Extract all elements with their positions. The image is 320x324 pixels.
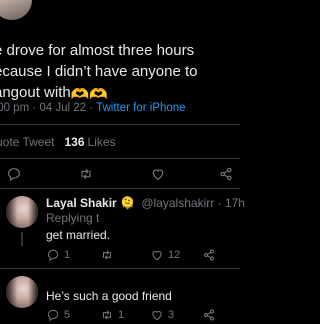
reply-action-bar: 5 1 3 [0, 308, 240, 324]
quote-tweets-link[interactable]: uote Tweet [0, 135, 55, 149]
thread-line [21, 232, 23, 246]
like-count: 3 [168, 309, 175, 321]
share-icon [204, 249, 214, 261]
divider [0, 124, 240, 125]
reply-count: 1 [64, 249, 71, 261]
reply-action-bar: 1 12 [0, 248, 240, 264]
reply-count: 5 [64, 309, 71, 321]
divider [0, 268, 240, 269]
tweet-action-bar [0, 166, 240, 182]
reply-text: get married. [46, 228, 111, 242]
reply-icon [8, 168, 20, 182]
retweet-button[interactable] [100, 248, 118, 262]
retweet-button[interactable] [78, 166, 94, 182]
avatar[interactable] [6, 196, 38, 228]
retweet-icon [81, 168, 91, 180]
like-icon [152, 251, 162, 261]
share-button[interactable] [202, 248, 216, 262]
like-button[interactable]: 12 [150, 248, 180, 262]
reply-header: Layal Shakir 🫠 @layalshakirr · 17h [46, 196, 245, 210]
tweet-stats: uote Tweet 136 Likes [0, 135, 116, 149]
like-count: 12 [168, 249, 181, 261]
likes-label[interactable]: Likes [88, 135, 116, 149]
reply-button[interactable]: 1 [46, 248, 70, 262]
like-icon [152, 169, 164, 181]
replying-to: Replying t [46, 211, 100, 225]
retweet-icon [102, 250, 112, 260]
divider [0, 188, 240, 189]
like-button[interactable] [150, 166, 166, 182]
status-emoji: 🫠 [120, 196, 136, 210]
share-icon [220, 167, 232, 181]
avatar[interactable] [6, 276, 38, 308]
share-button[interactable] [218, 166, 234, 182]
author-avatar[interactable] [0, 0, 32, 20]
reply-author-handle[interactable]: @layalshakirr · 17h [141, 196, 245, 210]
tweet-meta: :00 pm · 04 Jul 22 · Twitter for iPhone [0, 102, 186, 114]
reply-button[interactable] [6, 166, 22, 182]
reply-text: He’s such a good friend [46, 289, 172, 303]
reply-author-name[interactable]: Layal Shakir [46, 196, 117, 210]
reply-icon [47, 249, 59, 262]
tweet-timestamp: :00 pm · 04 Jul 22 · [0, 102, 97, 114]
retweet-count: 1 [118, 309, 125, 321]
tweet-text: e drove for almost three hours ecause I … [0, 42, 198, 103]
divider [0, 158, 240, 159]
likes-count[interactable]: 136 [65, 135, 85, 149]
tweet-source-link[interactable]: Twitter for iPhone [96, 102, 185, 114]
